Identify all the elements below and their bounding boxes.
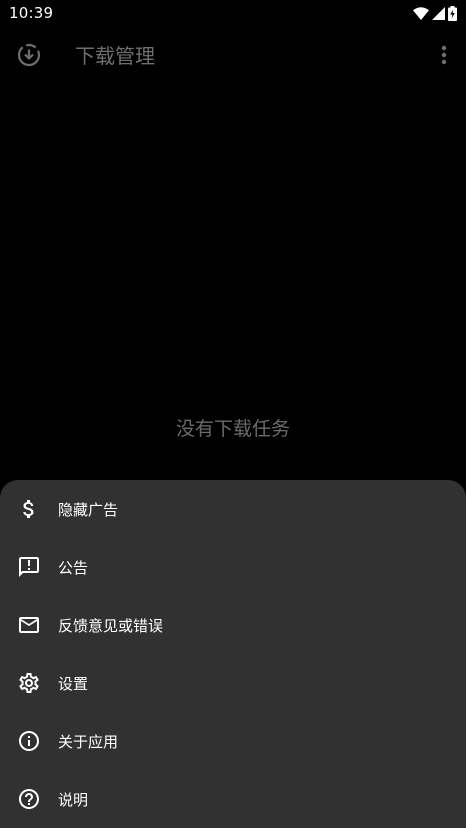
menu-item-label: 反馈意见或错误 xyxy=(58,617,164,635)
menu-item-about[interactable]: 关于应用 xyxy=(0,712,466,770)
download-icon[interactable] xyxy=(16,42,42,68)
battery-charging-icon xyxy=(448,5,457,21)
page-title: 下载管理 xyxy=(75,44,155,68)
help-icon xyxy=(17,787,41,811)
dollar-icon xyxy=(17,497,41,521)
menu-item-feedback[interactable]: 反馈意见或错误 xyxy=(0,596,466,654)
menu-item-help[interactable]: 说明 xyxy=(0,770,466,828)
signal-icon xyxy=(432,6,445,20)
app-bar: 下载管理 xyxy=(0,26,466,82)
menu-item-hide-ads[interactable]: 隐藏广告 xyxy=(0,480,466,538)
mail-icon xyxy=(17,613,41,637)
status-bar: 10:39 xyxy=(0,0,466,26)
menu-item-label: 公告 xyxy=(58,559,89,577)
info-icon xyxy=(17,729,41,753)
menu-item-label: 设置 xyxy=(58,675,89,693)
menu-item-label: 说明 xyxy=(58,791,89,809)
announcement-icon xyxy=(17,555,41,579)
screen: 10:39 下载管理 没有下载任务 隐藏广告 公告 反馈意见或错误 设置 关于应… xyxy=(0,0,466,828)
more-vert-icon[interactable] xyxy=(436,42,452,68)
status-time: 10:39 xyxy=(9,4,54,22)
status-icons xyxy=(413,5,457,21)
empty-state-text: 没有下载任务 xyxy=(175,418,290,440)
menu-item-label: 隐藏广告 xyxy=(58,501,119,519)
wifi-icon xyxy=(413,6,429,20)
menu-item-label: 关于应用 xyxy=(58,733,119,751)
bottom-sheet-menu: 隐藏广告 公告 反馈意见或错误 设置 关于应用 说明 xyxy=(0,480,466,828)
gear-icon xyxy=(17,671,41,695)
menu-item-announcement[interactable]: 公告 xyxy=(0,538,466,596)
menu-item-settings[interactable]: 设置 xyxy=(0,654,466,712)
